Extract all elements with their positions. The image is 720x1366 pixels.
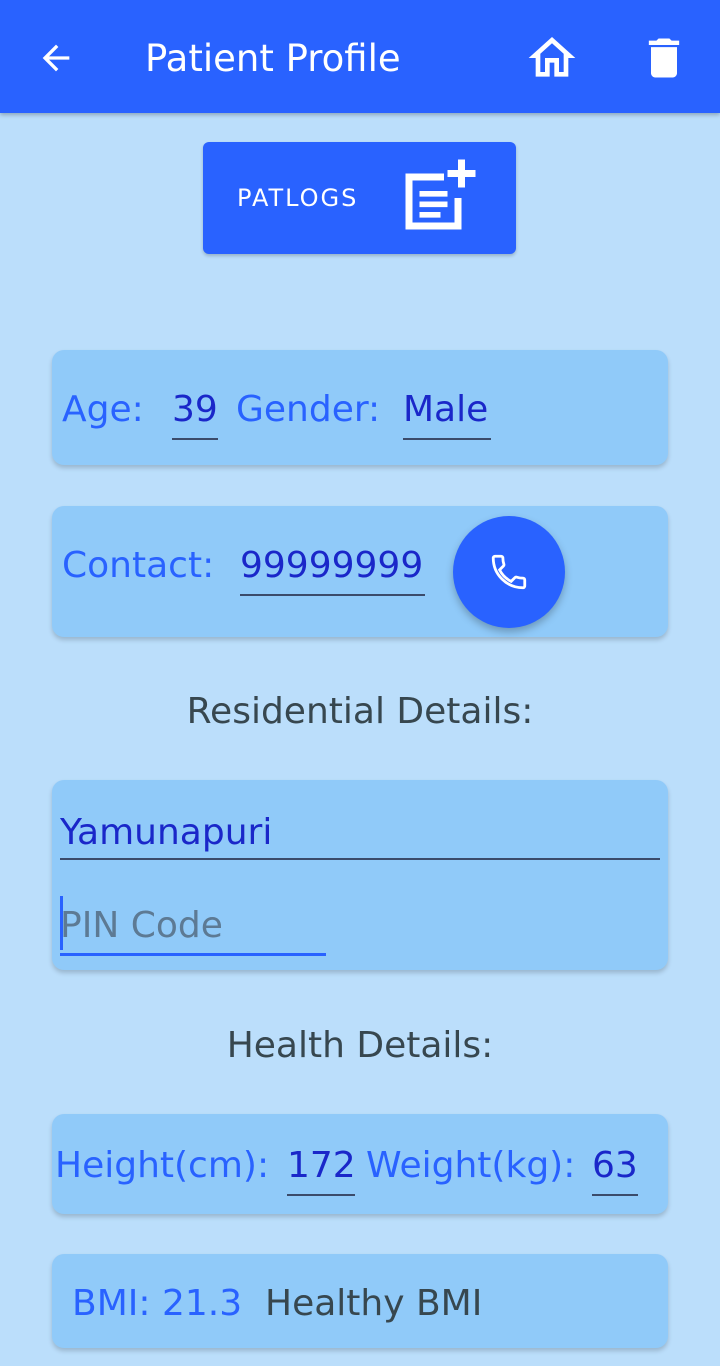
trash-icon <box>648 38 680 78</box>
bmi-value: BMI: 21.3 <box>72 1283 243 1324</box>
patlogs-label: PATLOGS <box>237 184 359 212</box>
gender-field[interactable]: Male <box>403 388 491 440</box>
residential-details-heading: Residential Details: <box>186 691 534 732</box>
height-label: Height(cm): <box>55 1145 270 1186</box>
add-note-icon <box>405 159 476 230</box>
patlogs-button[interactable]: PATLOGS <box>203 142 516 254</box>
gender-label: Gender: <box>236 389 381 430</box>
contact-field[interactable]: 99999999 <box>240 544 425 596</box>
age-field[interactable]: 39 <box>172 388 218 440</box>
back-button[interactable] <box>24 26 88 90</box>
delete-button[interactable] <box>632 26 696 90</box>
pin-code-input[interactable] <box>60 898 326 956</box>
weight-field[interactable]: 63 <box>592 1144 638 1196</box>
bmi-status: Healthy BMI <box>265 1283 483 1324</box>
age-label: Age: <box>62 389 144 430</box>
page-title: Patient Profile <box>145 37 401 80</box>
contact-label: Contact: <box>62 545 215 586</box>
address-input[interactable] <box>60 806 660 860</box>
home-button[interactable] <box>520 26 584 90</box>
height-field[interactable]: 172 <box>287 1144 356 1196</box>
call-button[interactable] <box>453 516 565 628</box>
text-cursor <box>60 896 63 950</box>
arrow-left-icon <box>42 44 70 72</box>
weight-label: Weight(kg): <box>366 1145 576 1186</box>
phone-icon <box>491 554 527 590</box>
home-icon <box>528 37 576 77</box>
app-bar: Patient Profile <box>0 0 720 113</box>
health-details-heading: Health Details: <box>226 1025 494 1066</box>
